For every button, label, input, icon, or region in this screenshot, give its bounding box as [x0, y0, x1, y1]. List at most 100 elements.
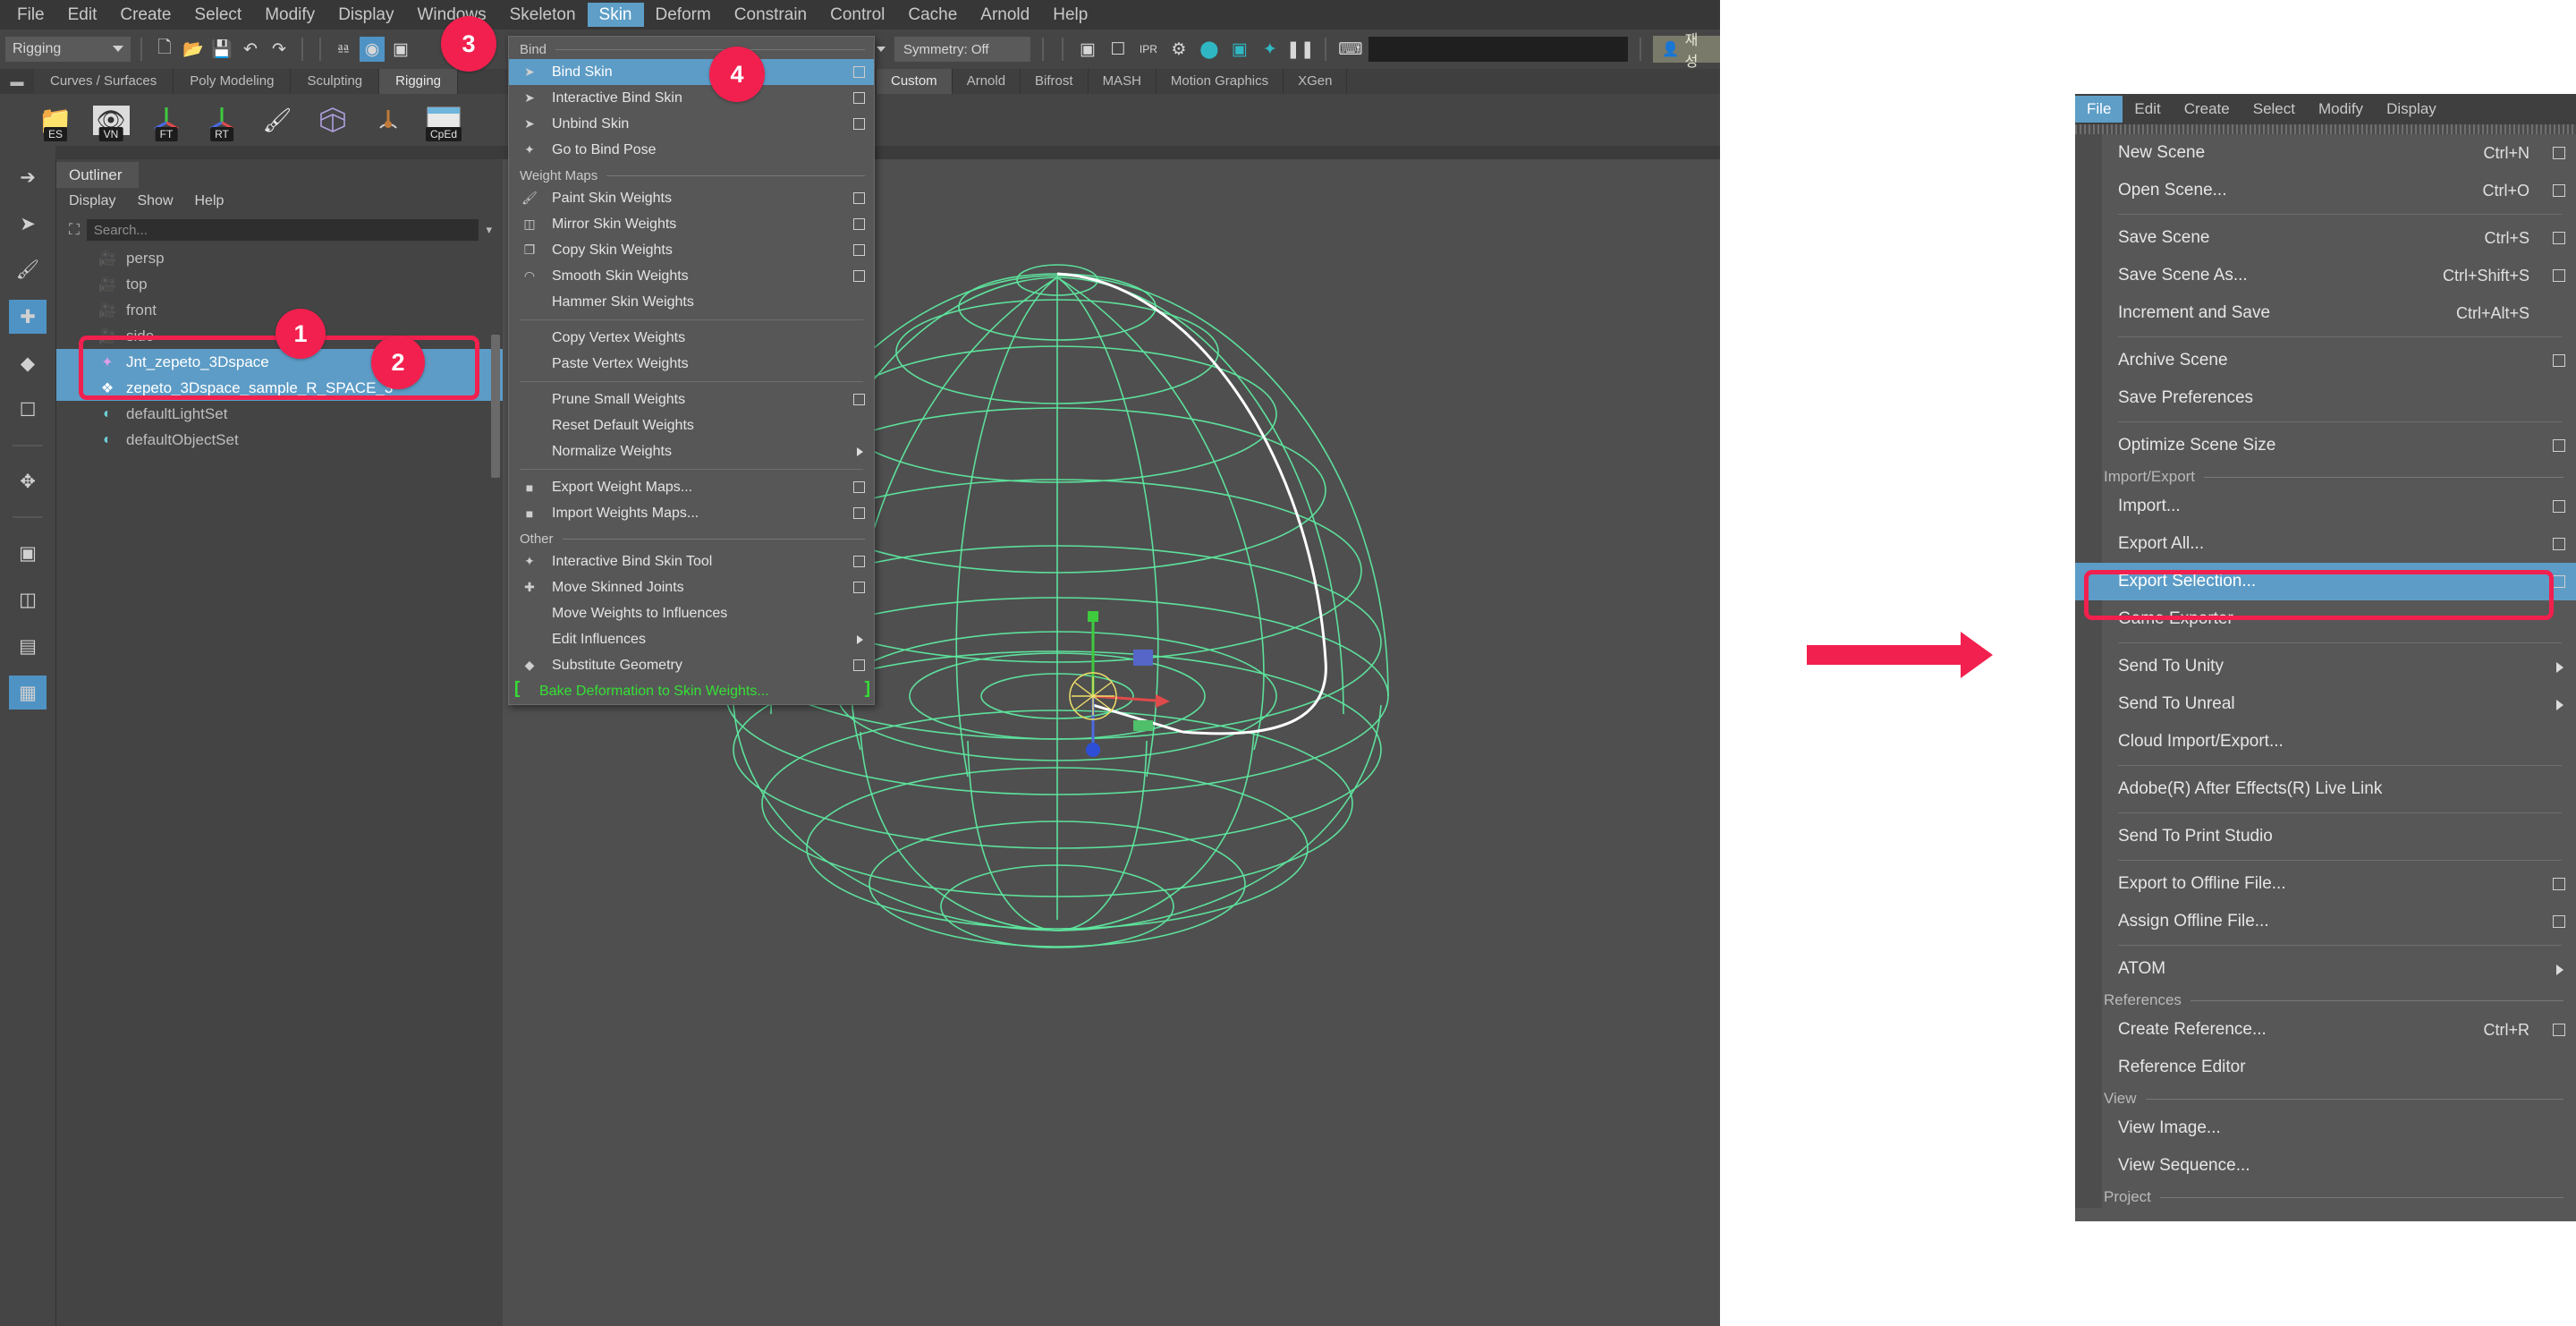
menu-select[interactable]: Select	[182, 3, 253, 27]
file-menu-item-view-image[interactable]: View Image...	[2075, 1109, 2576, 1147]
three-view-layout-icon[interactable]: ▤	[9, 629, 47, 663]
skin-menu-item-paste-vertex-weights[interactable]: Paste Vertex Weights	[509, 351, 874, 377]
menu-tear-off-handle[interactable]	[2075, 124, 2576, 134]
file-menu-item-game-exporter[interactable]: Game Exporter	[2075, 600, 2576, 638]
pause-icon[interactable]: ❚❚	[1286, 37, 1315, 62]
outliner-search-row[interactable]: ⛶ Search... ▾	[56, 215, 503, 245]
menu-help[interactable]: Help	[1041, 3, 1099, 27]
file-menu-item-save-preferences[interactable]: Save Preferences	[2075, 379, 2576, 417]
outliner-item-top[interactable]: 🎥 top	[56, 271, 503, 297]
menu-edit[interactable]: Edit	[2123, 96, 2172, 123]
paint-select-tool-icon[interactable]: 🖌	[9, 253, 47, 287]
file-menu-item-reference-editor[interactable]: Reference Editor	[2075, 1049, 2576, 1086]
main-menu-bar[interactable]: File Edit Create Select Modify Display W…	[0, 0, 1720, 30]
shelf-tab-rigging[interactable]: Rigging	[379, 69, 459, 94]
render-view-icon[interactable]: ▣	[1227, 37, 1252, 62]
skin-menu-item-interactive-bind-skin-tool[interactable]: ✦ Interactive Bind Skin Tool	[509, 548, 874, 574]
skin-menu-item-move-skinned-joints[interactable]: ✚ Move Skinned Joints	[509, 574, 874, 600]
menu-file[interactable]: File	[5, 3, 56, 27]
skin-menu-item-interactive-bind-skin[interactable]: ➤ Interactive Bind Skin	[509, 85, 874, 111]
file-menu-item-assign-offline-file[interactable]: Assign Offline File...	[2075, 903, 2576, 940]
skin-menu-item-edit-influences[interactable]: Edit Influences	[509, 626, 874, 652]
file-menu-item-optimize-scene-size[interactable]: Optimize Scene Size	[2075, 427, 2576, 464]
command-input[interactable]	[1368, 37, 1628, 62]
file-menu-item-send-to-unity[interactable]: Send To Unity	[2075, 648, 2576, 685]
shelf-tab-arnold[interactable]: Arnold	[953, 69, 1021, 94]
four-view-layout-icon[interactable]: ▦	[9, 676, 47, 710]
option-box-icon[interactable]	[853, 244, 865, 256]
ipr-render-icon[interactable]: IPR	[1136, 37, 1161, 62]
option-box-icon[interactable]	[2553, 147, 2565, 159]
menu-display[interactable]: Display	[2375, 96, 2448, 123]
skin-menu-item-mirror-skin-weights[interactable]: ◫ Mirror Skin Weights	[509, 211, 874, 237]
file-menu-item-export-all[interactable]: Export All...	[2075, 525, 2576, 563]
skin-menu-item-reset-default-weights[interactable]: Reset Default Weights	[509, 412, 874, 438]
outliner-menu-bar[interactable]: Display Show Help	[56, 188, 503, 215]
option-box-icon[interactable]	[853, 507, 865, 519]
chevron-down-icon[interactable]	[877, 47, 886, 52]
file-menu-item-save-scene[interactable]: Save Scene Ctrl+S	[2075, 219, 2576, 257]
outliner-item-persp[interactable]: 🎥 persp	[56, 245, 503, 271]
select-set-icon[interactable]: ⛶	[69, 221, 80, 239]
option-box-icon[interactable]	[2553, 184, 2565, 197]
skin-menu-item-export-weight-maps[interactable]: ■ Export Weight Maps...	[509, 474, 874, 500]
option-box-icon[interactable]	[853, 270, 865, 282]
option-box-icon[interactable]	[853, 659, 865, 671]
menu-edit[interactable]: Edit	[56, 3, 109, 27]
shelf-tab-sculpting[interactable]: Sculpting	[291, 69, 380, 94]
file-menu-item-increment-and-save[interactable]: Increment and Save Ctrl+Alt+S	[2075, 294, 2576, 332]
redo-icon[interactable]: ↷	[267, 37, 292, 62]
option-box-icon[interactable]	[853, 582, 865, 593]
file-menu-item-after-effects-live-link[interactable]: Adobe(R) After Effects(R) Live Link	[2075, 770, 2576, 808]
shelf-tab-xgen[interactable]: XGen	[1284, 69, 1348, 94]
option-box-icon[interactable]	[853, 192, 865, 204]
file-menu-item-new-scene[interactable]: New Scene Ctrl+N	[2075, 134, 2576, 172]
shelf-item-paint-weights[interactable]: 🖌	[259, 100, 295, 140]
status-bar-right[interactable]: Symmetry: Off ▣ ☐ IPR ⚙ ⬤ ▣ ✦ ❚❚ ⌨ 👤 재성	[877, 30, 1720, 70]
last-tool-icon[interactable]: ✥	[9, 464, 47, 498]
menu-deform[interactable]: Deform	[644, 3, 723, 27]
tool-box[interactable]: ➔ ➤ 🖌 ✚ ◆ ☐ ✥ ▣ ◫ ▤ ▦	[0, 146, 55, 1326]
skin-menu-item-paint-skin-weights[interactable]: 🖌 Paint Skin Weights	[509, 185, 874, 211]
option-box-icon[interactable]	[2553, 575, 2565, 588]
move-tool-icon[interactable]: ✚	[9, 300, 47, 334]
skin-menu-item-hammer-skin-weights[interactable]: Hammer Skin Weights	[509, 289, 874, 315]
menu-modify[interactable]: Modify	[253, 3, 326, 27]
file-menu-item-export-to-offline-file[interactable]: Export to Offline File...	[2075, 865, 2576, 903]
menu-create[interactable]: Create	[108, 3, 182, 27]
option-box-icon[interactable]	[2553, 915, 2565, 928]
menu-create[interactable]: Create	[2173, 96, 2241, 123]
single-view-layout-icon[interactable]: ▣	[9, 536, 47, 570]
select-tool-icon[interactable]: ➔	[9, 160, 47, 194]
option-box-icon[interactable]	[2553, 439, 2565, 452]
search-input[interactable]: Search...	[86, 219, 479, 241]
skin-menu-item-normalize-weights[interactable]: Normalize Weights	[509, 438, 874, 464]
option-box-icon[interactable]	[853, 66, 865, 78]
outliner-tree[interactable]: 🎥 persp 🎥 top 🎥 front 🎥 side ✦ Jnt_zepet…	[56, 245, 503, 478]
file-menu-item-create-reference[interactable]: Create Reference... Ctrl+R	[2075, 1011, 2576, 1049]
outliner-menu-show[interactable]: Show	[137, 193, 173, 209]
file-menu-item-send-to-print-studio[interactable]: Send To Print Studio	[2075, 818, 2576, 855]
open-folder-icon[interactable]: 📂	[181, 37, 206, 62]
shelf-collapse-icon[interactable]: ▬	[0, 69, 34, 94]
file-menu-item-import[interactable]: Import...	[2075, 488, 2576, 525]
shelf-item-cped[interactable]: CpEd	[425, 100, 462, 141]
file-menu-item-atom[interactable]: ATOM	[2075, 950, 2576, 988]
menu-skeleton[interactable]: Skeleton	[498, 3, 588, 27]
file-menu-item-send-to-unreal[interactable]: Send To Unreal	[2075, 685, 2576, 723]
option-box-icon[interactable]	[2553, 232, 2565, 244]
outliner-menu-display[interactable]: Display	[69, 193, 115, 209]
skin-menu-item-import-weights-maps[interactable]: ■ Import Weights Maps...	[509, 500, 874, 526]
menu-cache[interactable]: Cache	[896, 3, 969, 27]
select-object-icon[interactable]: ◉	[360, 37, 385, 62]
shelf-item-rt[interactable]: RT	[204, 100, 240, 141]
skin-menu-item-copy-vertex-weights[interactable]: Copy Vertex Weights	[509, 325, 874, 351]
file-menu-item-view-sequence[interactable]: View Sequence...	[2075, 1147, 2576, 1185]
option-box-icon[interactable]	[853, 218, 865, 230]
menu-skin[interactable]: Skin	[587, 3, 644, 27]
shelf-tab-curves-surfaces[interactable]: Curves / Surfaces	[34, 69, 174, 94]
shelf-item-es[interactable]: 📁 ES	[38, 100, 73, 141]
menu-constrain[interactable]: Constrain	[723, 3, 818, 27]
hypershade-icon[interactable]: ⬤	[1197, 37, 1222, 62]
shelf-tab-custom[interactable]: Custom	[877, 69, 953, 94]
